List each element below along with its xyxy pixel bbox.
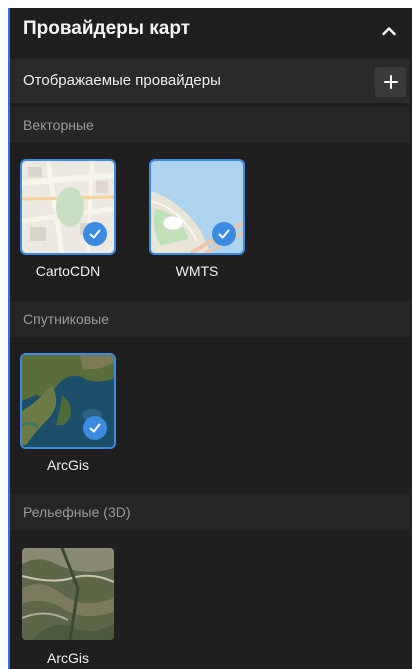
provider-name: CartoCDN — [35, 263, 101, 279]
cartocdn-thumbnail[interactable] — [20, 159, 116, 255]
section-vector-label: Векторные — [10, 107, 410, 143]
map-providers-panel: Провайдеры карт Отображаемые провайдеры … — [8, 8, 412, 669]
provider-tile-arcgis-relief[interactable]: ArcGis — [20, 546, 116, 666]
arcgis-satellite-thumbnail[interactable] — [20, 353, 116, 449]
panel-header[interactable]: Провайдеры карт — [10, 8, 410, 54]
selected-check-icon — [83, 416, 107, 440]
add-provider-button[interactable] — [375, 67, 406, 97]
provider-tile-wmts[interactable]: WMTS — [149, 159, 245, 279]
provider-tile-cartocdn[interactable]: CartoCDN — [20, 159, 116, 279]
panel-title: Провайдеры карт — [23, 18, 191, 39]
section-vector-title: Векторные — [23, 117, 94, 133]
relief-terrain-image — [22, 548, 114, 640]
plus-icon — [383, 75, 398, 89]
provider-name: WMTS — [175, 263, 219, 279]
chevron-up-icon — [382, 27, 396, 36]
collapse-button[interactable] — [378, 20, 400, 42]
displayed-providers-title: Отображаемые провайдеры — [23, 72, 221, 89]
displayed-providers-header: Отображаемые провайдеры — [10, 59, 410, 103]
section-relief-title: Рельефные (3D) — [23, 504, 131, 520]
provider-name: ArcGis — [47, 650, 89, 666]
section-relief-label: Рельефные (3D) — [10, 494, 410, 530]
section-satellite-title: Спутниковые — [23, 311, 110, 327]
provider-name: ArcGis — [47, 457, 89, 473]
section-satellite-label: Спутниковые — [10, 301, 410, 337]
arcgis-relief-thumbnail[interactable] — [20, 546, 116, 642]
selected-check-icon — [212, 222, 236, 246]
wmts-thumbnail[interactable] — [149, 159, 245, 255]
provider-tile-arcgis-satellite[interactable]: ArcGis — [20, 353, 116, 473]
selected-check-icon — [83, 222, 107, 246]
